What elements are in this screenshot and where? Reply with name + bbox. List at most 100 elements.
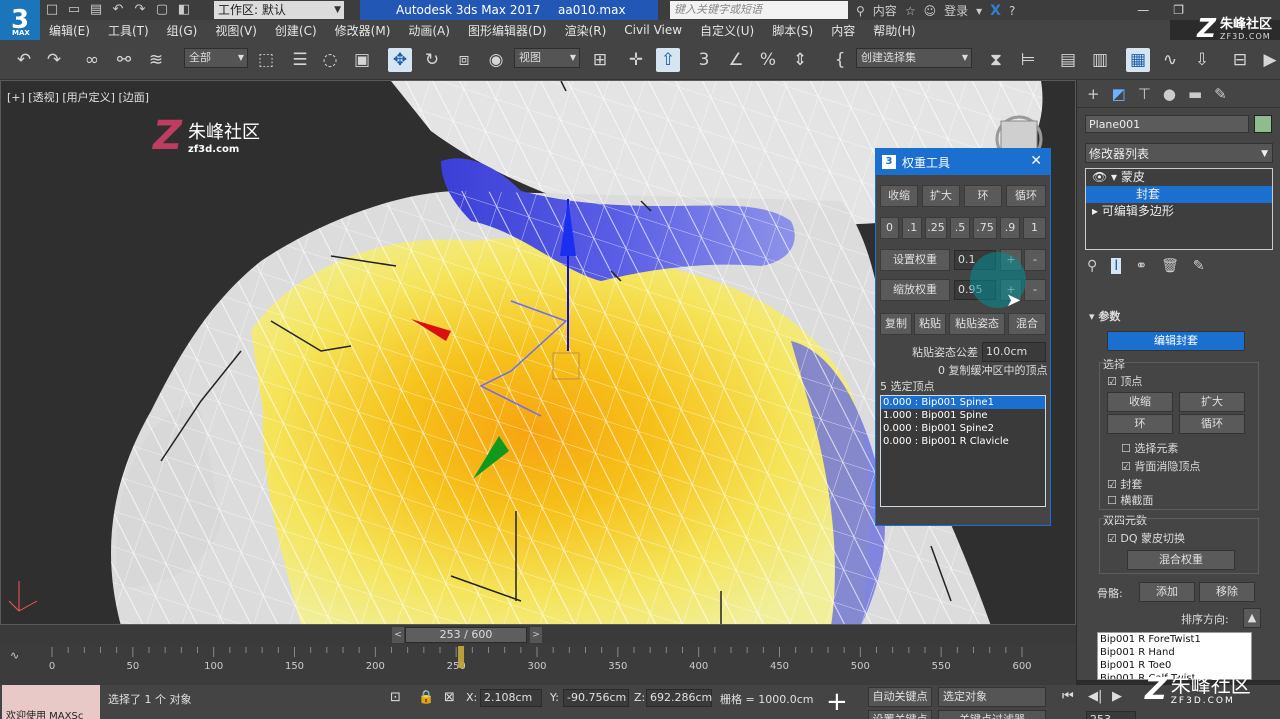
play-icon[interactable]: ▶: [1112, 689, 1122, 704]
undo-icon[interactable]: ↶: [110, 2, 126, 18]
track-bar[interactable]: 0 50 100 150 200 250 300 350 400 450 500 550 600 ∿: [0, 645, 1076, 685]
login-link[interactable]: 登录: [944, 2, 968, 19]
list-item[interactable]: Bip001 R Toe0: [1098, 659, 1251, 672]
link-icon[interactable]: ∞: [80, 48, 104, 72]
hierarchy-tab-icon[interactable]: ⊤: [1138, 85, 1151, 103]
isolate-selection-icon[interactable]: ⊡: [390, 690, 401, 705]
time-slider-thumb[interactable]: 253 / 600: [405, 627, 527, 643]
set-key-button[interactable]: 设置关键点: [868, 710, 932, 719]
project-icon[interactable]: ▢: [154, 2, 170, 18]
place-icon[interactable]: ◉: [484, 48, 508, 72]
undo-icon[interactable]: ↶: [12, 48, 36, 72]
menu-graph-editors[interactable]: 图形编辑器(D): [459, 22, 556, 39]
configure-modifier-sets-icon[interactable]: ✎: [1193, 258, 1205, 274]
vertex-weight-list[interactable]: 0.000 : Bip001 Spine1 1.000 : Bip001 Spi…: [880, 395, 1046, 507]
dq-toggle-checkbox[interactable]: ☑ DQ 蒙皮切换: [1107, 530, 1185, 546]
binoculars-icon[interactable]: ⚲: [856, 4, 865, 18]
object-name-field[interactable]: Plane001: [1085, 115, 1249, 133]
material-editor-icon[interactable]: ⊟: [1228, 48, 1252, 72]
star-icon[interactable]: ☆: [905, 4, 916, 18]
curve-editor-icon[interactable]: ∿: [1158, 48, 1182, 72]
workspace-dropdown[interactable]: 工作区: 默认 ▼: [214, 1, 344, 19]
edit-envelope-button[interactable]: 编辑封套: [1107, 331, 1245, 351]
list-item[interactable]: Bip001 R ForeTwist1: [1098, 633, 1251, 646]
dropdown-icon[interactable]: ▾: [976, 4, 982, 18]
select-element-checkbox[interactable]: ☐ 选择元素: [1121, 440, 1178, 456]
paste-position-button[interactable]: 粘贴姿态: [949, 313, 1005, 335]
parameters-header[interactable]: ▾ 参数: [1089, 308, 1120, 324]
percent-snap-icon[interactable]: %: [756, 48, 780, 72]
select-object-icon[interactable]: ⬚: [254, 48, 278, 72]
make-unique-icon[interactable]: ⚭: [1135, 258, 1147, 274]
move-icon[interactable]: ✥: [388, 48, 412, 72]
named-selection-dropdown[interactable]: 创建选择集 ▼: [856, 48, 972, 68]
backface-cull-checkbox[interactable]: ☑ 背面消隐顶点: [1121, 458, 1200, 474]
restore-icon[interactable]: ❐: [1173, 0, 1184, 20]
auto-key-button[interactable]: 自动关键点: [868, 687, 932, 707]
motion-tab-icon[interactable]: ●: [1163, 85, 1176, 103]
set-weight-button[interactable]: 设置权重: [880, 249, 950, 271]
ribbon-toggle-icon[interactable]: ▦: [1126, 48, 1150, 72]
x-coord-field[interactable]: 2.108cm: [480, 689, 542, 707]
panel-ring-button[interactable]: 环: [1107, 414, 1173, 434]
menu-modifiers[interactable]: 修改器(M): [326, 22, 400, 39]
window-crossing-icon[interactable]: ▣: [350, 48, 374, 72]
snaps-toggle-icon[interactable]: 3: [692, 48, 716, 72]
user-icon[interactable]: ☺: [924, 4, 937, 18]
show-end-result-icon[interactable]: I: [1111, 258, 1122, 274]
list-item[interactable]: 0.000 : Bip001 Spine1: [881, 396, 1045, 409]
envelope-checkbox[interactable]: ☑ 封套: [1107, 476, 1142, 492]
preset-0-button[interactable]: 0: [880, 217, 899, 239]
menu-scripting[interactable]: 脚本(S): [763, 22, 822, 39]
current-frame-field[interactable]: 253: [1086, 711, 1136, 719]
preset-05-button[interactable]: .5: [950, 217, 970, 239]
edit-named-selection-icon[interactable]: {: [828, 48, 852, 72]
weight-tool-titlebar[interactable]: 3 权重工具 ✕: [876, 149, 1050, 175]
save-icon[interactable]: ▤: [88, 2, 104, 18]
reference-coord-dropdown[interactable]: 视图 ▼: [514, 48, 580, 68]
sort-up-icon[interactable]: ▲: [1243, 608, 1261, 628]
key-filters-button[interactable]: 关键点过滤器: [938, 710, 1046, 719]
set-weight-minus-button[interactable]: -: [1024, 249, 1046, 271]
preset-09-button[interactable]: .9: [1000, 217, 1020, 239]
next-frame-icon[interactable]: >: [530, 627, 542, 643]
paste-button[interactable]: 粘贴: [914, 313, 946, 335]
remove-modifier-icon[interactable]: 🗑: [1161, 258, 1179, 274]
curve-editor-mini-icon[interactable]: ∿: [10, 649, 19, 662]
render-setup-icon[interactable]: ▶: [1258, 48, 1280, 72]
time-slider[interactable]: < 253 / 600 >: [0, 625, 1076, 645]
preset-075-button[interactable]: .75: [973, 217, 997, 239]
content-link[interactable]: 内容: [873, 2, 897, 19]
copy-button[interactable]: 复制: [880, 313, 912, 335]
menu-animation[interactable]: 动画(A): [399, 22, 459, 39]
menu-edit[interactable]: 编辑(E): [40, 22, 99, 39]
menu-tools[interactable]: 工具(T): [99, 22, 158, 39]
menu-civil-view[interactable]: Civil View: [615, 23, 691, 37]
panel-loop-button[interactable]: 循环: [1179, 414, 1245, 434]
menu-views[interactable]: 视图(V): [206, 22, 266, 39]
spinner-snap-icon[interactable]: ⇕: [788, 48, 812, 72]
minimize-icon[interactable]: —: [1137, 0, 1149, 20]
maxscript-listener[interactable]: 欢迎使用 MAXSc: [2, 685, 100, 719]
viewport-label[interactable]: [+] [透视] [用户定义] [边面]: [7, 89, 149, 105]
blend-button[interactable]: 混合: [1008, 313, 1046, 335]
modify-tab-icon[interactable]: ◩: [1112, 85, 1126, 103]
align-icon[interactable]: ⊨: [1016, 48, 1040, 72]
redo-icon[interactable]: ↷: [42, 48, 66, 72]
menu-help[interactable]: 帮助(H): [864, 22, 924, 39]
scale-weight-minus-button[interactable]: -: [1024, 279, 1046, 301]
preset-025-button[interactable]: .25: [925, 217, 947, 239]
menu-group[interactable]: 组(G): [158, 22, 207, 39]
list-item[interactable]: 1.000 : Bip001 Spine: [881, 409, 1045, 422]
menu-customize[interactable]: 自定义(U): [691, 22, 763, 39]
stack-item-envelope[interactable]: 封套: [1086, 186, 1272, 203]
scene-explorer-icon[interactable]: ▥: [1088, 48, 1112, 72]
prev-frame-icon[interactable]: <: [392, 627, 404, 643]
preset-1-button[interactable]: 1: [1023, 217, 1046, 239]
menu-rendering[interactable]: 渲染(R): [556, 22, 616, 39]
absolute-mode-icon[interactable]: ⊠: [444, 690, 455, 705]
layer-manager-icon[interactable]: ▤: [1056, 48, 1080, 72]
previous-frame-icon[interactable]: ◀|: [1088, 689, 1102, 704]
unlink-icon[interactable]: ⚯: [112, 48, 136, 72]
selection-filter-dropdown[interactable]: 全部 ▼: [184, 48, 248, 68]
